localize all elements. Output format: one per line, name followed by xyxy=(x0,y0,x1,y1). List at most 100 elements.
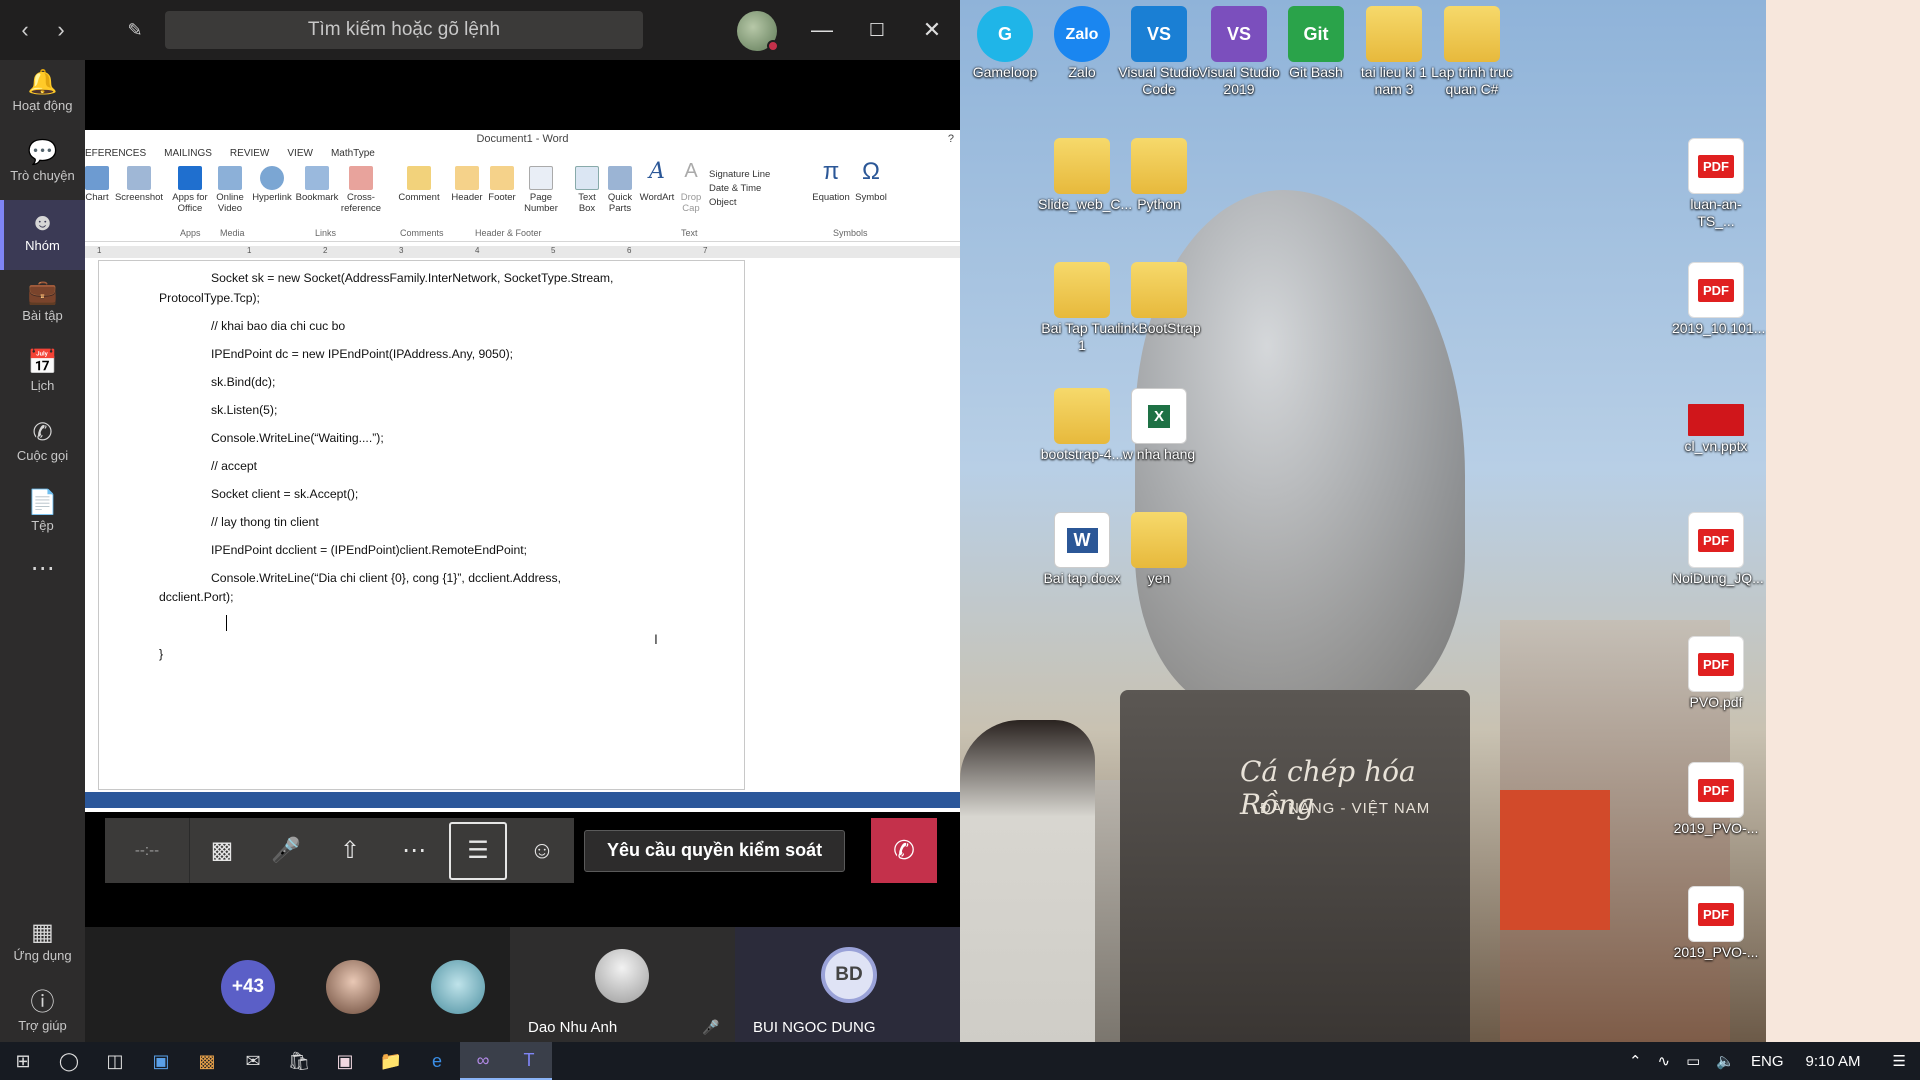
request-control-button[interactable]: Yêu cầu quyền kiểm soát xyxy=(584,829,846,872)
taskbar-edge[interactable]: e xyxy=(414,1042,460,1080)
desktop-icon-vscode[interactable]: VS Visual Studio Code xyxy=(1115,6,1203,98)
code-line: Console.WriteLine(“Dia chi client {0}, c… xyxy=(211,571,562,585)
pdf-file-icon: PDF xyxy=(1688,138,1744,194)
compose-icon[interactable]: ✎ xyxy=(117,12,153,48)
rail-item-apps[interactable]: ▦ Ứng dụng xyxy=(0,910,85,980)
wifi-icon[interactable]: ∿ xyxy=(1658,1052,1671,1070)
start-button[interactable]: ⊞ xyxy=(0,1042,46,1080)
desktop-icon-folder[interactable]: linkBootStrap xyxy=(1115,262,1203,337)
wallpaper-red-sign xyxy=(1500,790,1610,930)
participants-button[interactable]: ☺ xyxy=(510,818,574,883)
taskbar-app[interactable]: ▩ xyxy=(184,1042,230,1080)
desktop-icon-folder[interactable]: yen xyxy=(1115,512,1203,587)
rail-item-help[interactable]: ⓘ Trợ giúp xyxy=(0,980,85,1042)
ribbon-equation: π Equation xyxy=(812,158,850,204)
more-participants-badge[interactable]: +43 xyxy=(221,960,275,1014)
battery-icon[interactable]: ▭ xyxy=(1686,1052,1700,1070)
file-icon: 📄 xyxy=(27,489,58,516)
camera-off-button[interactable]: ▩ xyxy=(190,818,254,883)
taskbar-app-icon: ▩ xyxy=(198,1050,216,1071)
desktop-icon-zalo[interactable]: Zalo Zalo xyxy=(1038,6,1126,81)
clock[interactable]: 9:10 AM xyxy=(1806,1053,1861,1070)
desktop-icon-pdf[interactable]: PDF PVO.pdf xyxy=(1672,636,1760,711)
share-screen-button[interactable]: ⇧ xyxy=(318,818,382,883)
ribbon-tab: VIEW xyxy=(287,148,313,159)
taskbar-visual-studio[interactable]: ∞ xyxy=(460,1042,506,1080)
desktop-icon-folder[interactable]: tai lieu ki 1 nam 3 xyxy=(1350,6,1438,98)
desktop-icon-pdf[interactable]: PDF 2019_PVO-... xyxy=(1672,886,1760,961)
rail-item-calendar[interactable]: 📅 Lịch xyxy=(0,340,85,410)
desktop-icon-folder[interactable]: bootstrap-4... xyxy=(1038,388,1126,463)
desktop-icon-folder[interactable]: Bai Tap Tuan 1 xyxy=(1038,262,1126,354)
code-line: ProtocolType.Tcp); xyxy=(159,291,260,305)
desktop-icon-pdf[interactable]: PDF 2019_PVO-... xyxy=(1672,762,1760,837)
volume-icon[interactable]: 🔈 xyxy=(1716,1052,1735,1070)
desktop-icon-git-bash[interactable]: Git Git Bash xyxy=(1272,6,1360,81)
desktop-icon-visual-studio[interactable]: VS Visual Studio 2019 xyxy=(1195,6,1283,98)
signature-line-button: Signature Line xyxy=(709,169,771,180)
group-label: Links xyxy=(315,228,337,238)
show-hidden-icons[interactable]: ⌃ xyxy=(1629,1052,1642,1070)
ribbon-header: Header xyxy=(450,166,484,203)
rail-item-assignments[interactable]: 💼 Bài tập xyxy=(0,270,85,340)
desktop-icon-label: Visual Studio 2019 xyxy=(1198,64,1280,97)
rail-item-teams[interactable]: ☻ Nhóm xyxy=(0,200,85,270)
git-bash-icon: Git xyxy=(1288,6,1344,62)
rail-item-files[interactable]: 📄 Tệp xyxy=(0,480,85,550)
chat-icon: 💬 xyxy=(27,139,58,166)
task-view-button[interactable]: ◫ xyxy=(92,1042,138,1080)
ribbon-tab: REVIEW xyxy=(229,148,270,159)
participant-avatar[interactable] xyxy=(431,960,485,1014)
desktop-icon-word[interactable]: W Bai tap.docx xyxy=(1038,512,1126,587)
input-language[interactable]: ENG xyxy=(1751,1053,1784,1070)
taskbar-mail[interactable]: ✉ xyxy=(230,1042,276,1080)
desktop-icon-folder[interactable]: Python xyxy=(1115,138,1203,213)
taskbar-app[interactable]: ▣ xyxy=(138,1042,184,1080)
maximize-icon[interactable]: ☐ xyxy=(857,10,897,50)
notifications-icon[interactable]: ☰ xyxy=(1893,1052,1906,1070)
desktop-icon-gameloop[interactable]: G Gameloop xyxy=(961,6,1049,81)
rail-more-button[interactable]: ⋯ xyxy=(0,550,85,594)
word-ribbon: Chart Screenshot Apps for Office Online Vi… xyxy=(85,158,960,242)
rail-item-chat[interactable]: 💬 Trò chuyện xyxy=(0,130,85,200)
cortana-button[interactable]: ◯ xyxy=(46,1042,92,1080)
desktop-icon-pdf[interactable]: PDF NoiDung_JQ... xyxy=(1672,512,1764,587)
participant-avatar[interactable] xyxy=(326,960,380,1014)
desktop-icon-pptx[interactable]: cl_vn.pptx xyxy=(1672,388,1760,455)
participant-tile[interactable]: BD BUI NGOC DUNG xyxy=(735,927,960,1042)
taskbar-teams[interactable]: T xyxy=(506,1042,552,1080)
apps-office-icon xyxy=(178,166,202,190)
document-page[interactable]: Socket sk = new Socket(AddressFamily.Int… xyxy=(98,260,745,790)
wordart-icon: A xyxy=(649,159,665,184)
participant-tile[interactable]: Dao Nhu Anh 🎤 xyxy=(510,927,735,1042)
rail-item-calls[interactable]: ✆ Cuộc gọi xyxy=(0,410,85,480)
mic-off-icon: 🎤 xyxy=(271,837,301,864)
taskbar-file-explorer[interactable]: 📁 xyxy=(368,1042,414,1080)
close-icon[interactable]: ✕ xyxy=(912,10,952,50)
hang-up-button[interactable]: ✆ xyxy=(871,818,937,883)
back-arrow-icon[interactable]: ‹ xyxy=(7,12,43,48)
chat-toggle-button[interactable]: ☰ xyxy=(446,818,510,883)
desktop-icon-excel[interactable]: X w nha hang xyxy=(1115,388,1203,463)
search-input[interactable]: Tìm kiếm hoặc gõ lệnh xyxy=(165,11,643,49)
ribbon-drop-cap: A Drop Cap xyxy=(680,160,702,214)
rail-label: Cuộc gọi xyxy=(16,448,69,463)
windows-taskbar: ⊞ ◯ ◫ ▣ ▩ ✉ 🛍 ▣ 📁 e ∞ T ⌃ ∿ ▭ 🔈 ENG 9:10… xyxy=(0,1042,1920,1080)
rail-item-activity[interactable]: 🔔 Hoạt động xyxy=(0,60,85,130)
apps-icon: ▦ xyxy=(31,919,54,946)
taskbar-store[interactable]: 🛍 xyxy=(276,1042,322,1080)
minimize-icon[interactable]: — xyxy=(802,10,842,50)
profile-avatar[interactable] xyxy=(737,11,779,52)
desktop-icon-pdf[interactable]: PDF 2019_10.101... xyxy=(1672,262,1765,337)
mic-off-button[interactable]: 🎤 xyxy=(254,818,318,883)
folder-icon xyxy=(1366,6,1422,62)
desktop-icon-folder[interactable]: Lap trinh truc quan C# xyxy=(1428,6,1516,98)
more-actions-button[interactable]: ⋯ xyxy=(382,818,446,883)
wallpaper-person xyxy=(960,720,1095,1042)
forward-arrow-icon[interactable]: › xyxy=(43,12,79,48)
folder-icon xyxy=(1444,6,1500,62)
taskbar-app[interactable]: ▣ xyxy=(322,1042,368,1080)
desktop-icon-folder[interactable]: Slide_web_C... xyxy=(1038,138,1132,213)
desktop-icon-pdf[interactable]: PDF luan-an-TS_... xyxy=(1672,138,1760,230)
pdf-file-icon: PDF xyxy=(1688,886,1744,942)
